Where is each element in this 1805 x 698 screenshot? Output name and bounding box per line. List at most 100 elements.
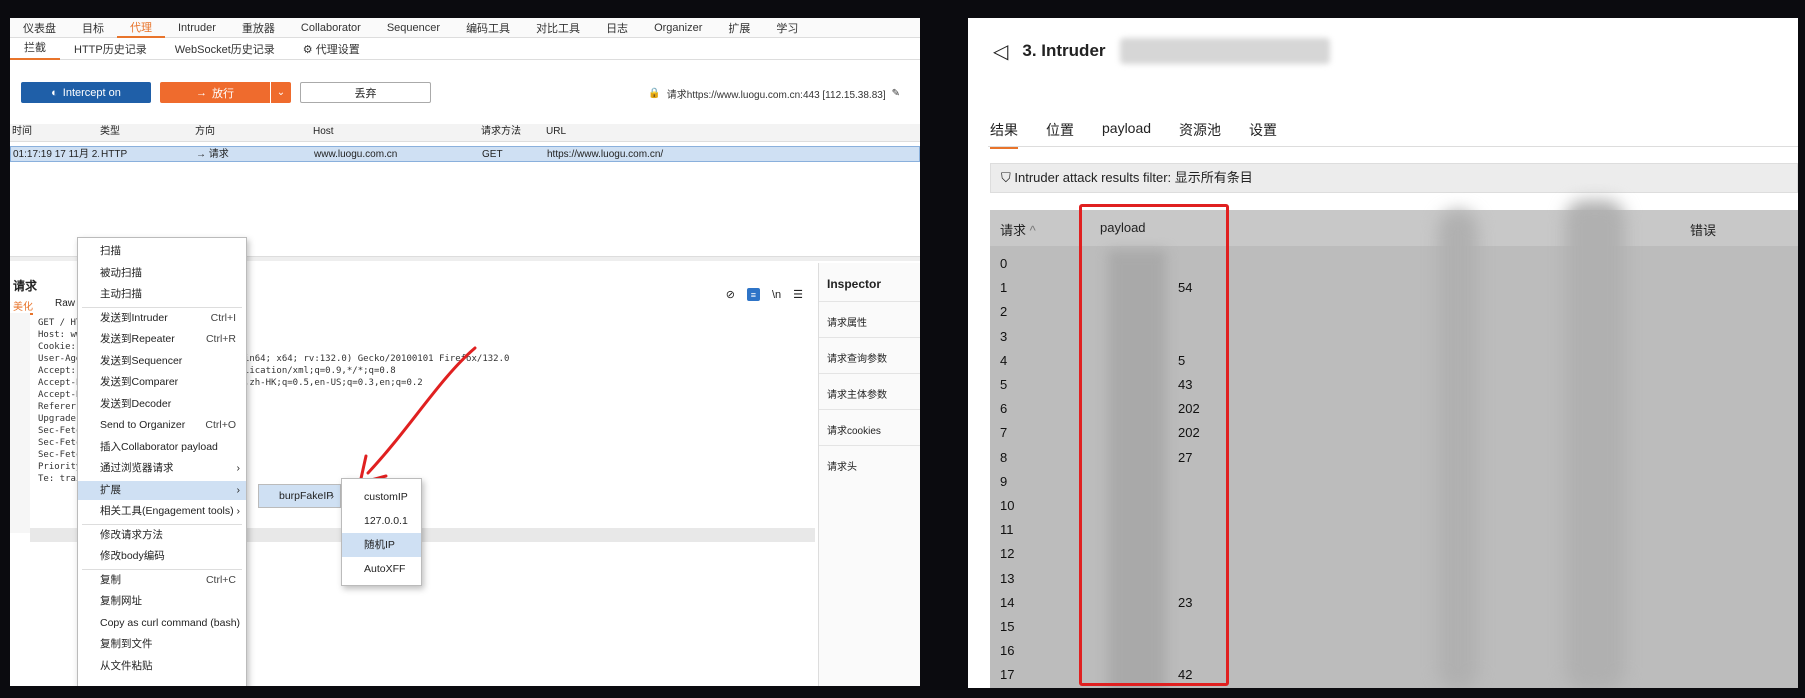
menu-item[interactable]: Copy as curl command (bash) — [78, 614, 246, 633]
proxy-sub-tab-label: 代理设置 — [315, 43, 360, 56]
wrap-lines-icon[interactable]: ≡ — [746, 288, 760, 301]
menu-item[interactable]: 发送到Decoder — [78, 395, 246, 414]
top-tab[interactable]: Sequencer — [374, 22, 453, 34]
top-tab[interactable]: 重放器 — [229, 20, 288, 36]
menu-item-label: 主动扫描 — [100, 288, 142, 300]
top-tab[interactable]: 对比工具 — [523, 20, 593, 36]
menu-item[interactable]: 从文件粘贴 — [78, 657, 246, 676]
intruder-tab[interactable]: 结果 — [990, 120, 1018, 149]
history-col-header[interactable]: 类型 — [98, 124, 193, 141]
intercept-toggle-button[interactable]: ◐ Intercept on — [21, 82, 151, 103]
menu-item[interactable]: 修改请求方法 — [78, 526, 246, 545]
inspector-item[interactable]: 请求头 — [819, 445, 920, 481]
results-filter-bar[interactable]: ⛉ Intruder attack results filter: 显示所有条目 — [990, 163, 1798, 193]
menu-item[interactable]: 被动扫描 — [78, 264, 246, 283]
top-tab[interactable]: Organizer — [641, 22, 715, 34]
col-request-header[interactable]: 请求 ^ — [1000, 220, 1036, 239]
history-cell-text: www.luogu.com.cn — [314, 149, 398, 160]
menu-item[interactable]: 复制 Ctrl+C — [78, 571, 246, 590]
forward-button[interactable]: → 放行 — [160, 82, 270, 103]
submenu-option[interactable]: 随机IP — [342, 533, 421, 557]
history-cell: www.luogu.com.cn — [312, 147, 480, 161]
tab-underline-divider — [988, 146, 1798, 147]
arrow-right-icon: → — [196, 86, 207, 99]
intruder-tab[interactable]: 位置 — [1046, 120, 1074, 149]
top-tab[interactable]: Intruder — [165, 22, 229, 34]
col-error-header[interactable]: 错误 — [1690, 220, 1716, 239]
menu-item-label: 被动扫描 — [100, 266, 142, 279]
history-cell: HTTP — [99, 147, 194, 161]
menu-item[interactable]: 主动扫描 — [78, 285, 246, 304]
menu-item[interactable]: 扫描 — [78, 242, 246, 261]
top-tab[interactable]: Collaborator — [288, 22, 374, 34]
menu-item[interactable]: 发送到Comparer — [78, 373, 246, 392]
history-table-row[interactable]: 01:17:19 17 11月 2... HTTP → 请求 www.luogu.co… — [10, 146, 920, 162]
forward-dropdown-button[interactable]: ⌄ — [271, 82, 291, 103]
menu-item[interactable]: 扩展 › — [78, 480, 246, 500]
drop-button[interactable]: 丢弃 — [300, 82, 431, 103]
submenu-option[interactable]: customIP — [342, 485, 421, 509]
history-col-header[interactable]: 请求方法 — [479, 124, 544, 141]
submenu-burpfakeip[interactable]: burpFakeIP › — [258, 484, 341, 508]
submenu-option[interactable]: 127.0.0.1 — [342, 509, 421, 533]
menu-item-label: Copy as curl command (bash) — [100, 616, 241, 629]
inspector-item[interactable]: 请求属性 — [819, 301, 920, 337]
menu-item[interactable]: Send to Organizer Ctrl+O — [78, 416, 246, 435]
inspector-item[interactable]: 请求查询参数 — [819, 337, 920, 373]
top-tab[interactable]: 代理 — [117, 18, 165, 38]
history-col-header[interactable]: URL — [544, 124, 844, 141]
edit-pencil-icon[interactable]: ✎ — [892, 88, 900, 99]
proxy-sub-tab[interactable]: ⚙ 代理设置 — [289, 41, 374, 57]
intruder-tab[interactable]: 设置 — [1249, 120, 1277, 149]
result-row-request: 10 — [1000, 498, 1015, 513]
menu-item-shortcut: Ctrl+I — [210, 311, 236, 324]
top-tab[interactable]: 学习 — [763, 20, 811, 36]
top-tab[interactable]: 编码工具 — [453, 20, 523, 36]
menu-item[interactable]: 相关工具(Engagement tools) › — [78, 502, 246, 521]
inspector-title: Inspector — [827, 277, 882, 291]
result-row-request: 12 — [1000, 546, 1015, 562]
menu-item[interactable]: 发送到Sequencer — [78, 352, 246, 371]
history-table-header: 时间 类型 方向 Host 请求方法 URL — [10, 124, 920, 142]
result-row-request: 9 — [1000, 473, 1008, 489]
menu-item-label: 修改请求方法 — [100, 528, 163, 541]
menu-item[interactable]: 插入Collaborator payload — [78, 438, 246, 457]
menu-item-label: 发送到Intruder — [100, 311, 168, 324]
top-tab[interactable]: 目标 — [69, 20, 117, 36]
eye-slash-icon[interactable]: ⊘ — [726, 288, 735, 301]
newline-icon[interactable]: \n — [772, 289, 781, 301]
history-col-header[interactable]: 时间 — [10, 124, 98, 141]
intruder-tab[interactable]: 资源池 — [1179, 120, 1221, 149]
menu-item[interactable]: 发送到Intruder Ctrl+I — [78, 309, 246, 328]
result-row-request: 3 — [1000, 328, 1008, 344]
menu-item[interactable]: 通过浏览器请求 › — [78, 459, 246, 478]
proxy-sub-tab[interactable]: 拦截 — [10, 38, 60, 60]
top-tab[interactable]: 扩展 — [715, 20, 763, 36]
menu-item[interactable]: 复制网址 — [78, 592, 246, 611]
back-arrow-icon[interactable]: ◁ — [993, 39, 1008, 64]
menu-item[interactable]: 复制到文件 — [78, 635, 246, 654]
menu-separator — [82, 568, 242, 570]
proxy-sub-tab[interactable]: HTTP历史记录 — [60, 41, 161, 57]
inspector-item[interactable]: 请求主体参数 — [819, 373, 920, 409]
menu-item-label: 复制网址 — [100, 595, 142, 607]
inspector-item[interactable]: 请求cookies — [819, 409, 920, 445]
intruder-title: 3. Intruder — [1022, 41, 1106, 60]
menu-item-label: 从文件粘贴 — [100, 659, 153, 672]
filter-icon: ⛉ — [1001, 170, 1011, 185]
menu-icon[interactable]: ☰ — [793, 288, 803, 301]
history-col-header[interactable]: 方向 — [193, 124, 311, 141]
menu-item[interactable]: 发送到Repeater Ctrl+R — [78, 330, 246, 349]
editor-gutter — [10, 313, 30, 533]
proxy-sub-tab[interactable]: WebSocket历史记录 — [161, 41, 289, 57]
top-tab[interactable]: 仪表盘 — [10, 20, 69, 36]
submenu-option[interactable]: AutoXFF — [342, 557, 421, 581]
intruder-tab[interactable]: payload — [1102, 120, 1151, 149]
result-row-request: 15 — [1000, 619, 1015, 634]
proxy-sub-tab-label: 拦截 — [24, 41, 46, 54]
menu-item[interactable]: 修改body编码 — [78, 547, 246, 566]
inspector-panel: Inspector 请求属性 请求查询参数 请求主体参数 请求cookies 请求头 — [818, 263, 920, 686]
history-col-header[interactable]: Host — [311, 124, 479, 141]
top-tab[interactable]: 日志 — [593, 20, 641, 36]
red-annotation-arrow — [358, 346, 477, 485]
